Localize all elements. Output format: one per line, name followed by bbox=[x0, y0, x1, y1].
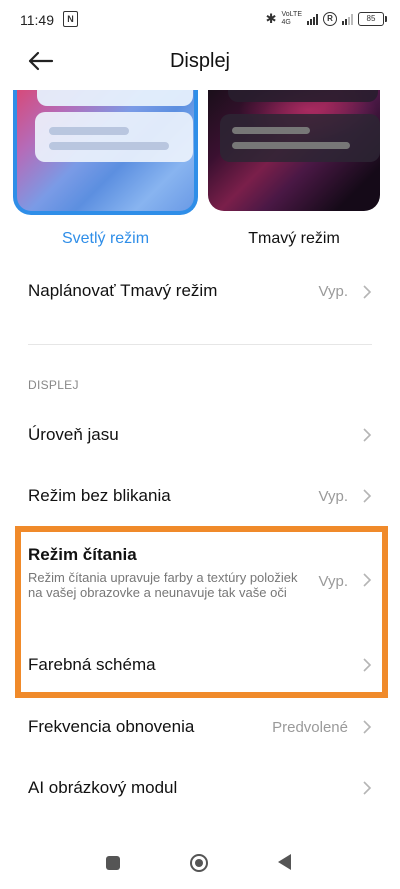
row-value: Predvolené bbox=[272, 719, 348, 736]
chevron-right-icon bbox=[363, 781, 372, 795]
network-type: VoLTE 4G bbox=[282, 11, 303, 27]
back-triangle-icon[interactable] bbox=[278, 854, 291, 870]
home-icon[interactable] bbox=[190, 854, 208, 872]
network-type-top: VoLTE bbox=[281, 11, 303, 18]
battery-icon: 85 bbox=[358, 12, 387, 26]
row-title: Naplánovať Tmavý režim bbox=[28, 281, 218, 300]
dark-mode-preview[interactable] bbox=[208, 90, 380, 211]
row-title: Režim bez blikania bbox=[28, 486, 171, 505]
brightness-row[interactable]: Úroveň jasu bbox=[0, 405, 400, 463]
light-mode-preview[interactable] bbox=[13, 90, 198, 215]
chevron-right-icon bbox=[363, 720, 372, 734]
roaming-icon: R bbox=[323, 12, 337, 26]
divider bbox=[28, 344, 372, 345]
row-value: Vyp. bbox=[318, 488, 348, 505]
dark-mode-label[interactable]: Tmavý režim bbox=[208, 230, 380, 248]
section-label: DISPLEJ bbox=[28, 378, 79, 392]
network-type-bottom: 4G bbox=[281, 19, 291, 26]
signal-icon bbox=[307, 13, 318, 25]
schedule-dark-mode-row[interactable]: Naplánovať Tmavý režim Vyp. bbox=[0, 262, 400, 322]
nfc-icon: N bbox=[63, 11, 78, 27]
row-title: AI obrázkový modul bbox=[28, 778, 178, 797]
page-title: Displej bbox=[169, 50, 231, 72]
ai-image-module-row[interactable]: AI obrázkový modul bbox=[0, 759, 400, 817]
status-icons: ✱ VoLTE 4G R 85 bbox=[265, 10, 387, 28]
status-time: 11:49 bbox=[20, 12, 54, 28]
preview-card bbox=[220, 114, 380, 162]
flicker-free-row[interactable]: Režim bez blikania Vyp. bbox=[0, 466, 400, 524]
signal-icon-2 bbox=[342, 13, 353, 25]
chevron-right-icon bbox=[363, 428, 372, 442]
row-title: Úroveň jasu bbox=[28, 425, 119, 444]
navigation-bar bbox=[0, 840, 400, 889]
preview-card bbox=[35, 112, 193, 162]
recents-icon[interactable] bbox=[106, 856, 120, 870]
preview-card bbox=[228, 90, 378, 102]
chevron-right-icon bbox=[363, 285, 372, 299]
chevron-right-icon bbox=[363, 489, 372, 503]
row-title: Frekvencia obnovenia bbox=[28, 717, 195, 736]
row-value: Vyp. bbox=[318, 283, 348, 300]
light-mode-label[interactable]: Svetlý režim bbox=[13, 230, 198, 248]
highlight-frame bbox=[15, 526, 388, 698]
refresh-rate-row[interactable]: Frekvencia obnovenia Predvolené bbox=[0, 698, 400, 756]
status-bar: 11:49 N ✱ VoLTE 4G R 85 bbox=[0, 0, 400, 40]
preview-card bbox=[37, 90, 193, 106]
bluetooth-icon: ✱ bbox=[265, 11, 277, 26]
